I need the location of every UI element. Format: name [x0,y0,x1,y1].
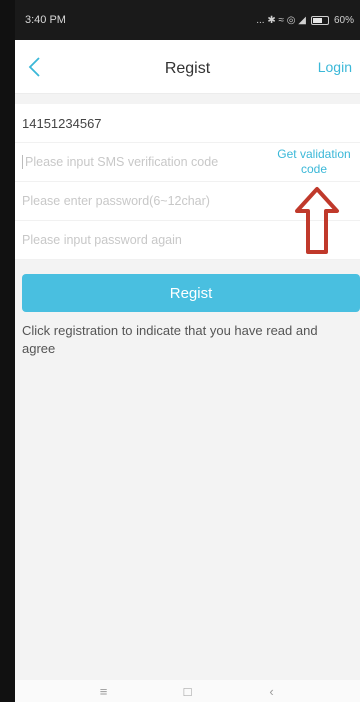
regist-button[interactable]: Regist [22,274,360,312]
battery-icon [310,15,329,25]
page-title: Regist [164,60,211,77]
status-bar: 3:40 PM ... ✱ ≈ ◎ ◢ 60% [15,0,360,40]
regist-screen: Regist Login 14151234567 Get validation … [15,40,360,680]
signal-wifi-icons: ... ✱ ≈ ◎ ◢ [256,14,306,26]
arrow-up-icon [295,187,339,254]
status-time: 3:40 PM [25,14,66,26]
agreement-text: Click registration to indicate that you … [22,323,318,356]
system-nav-bar: ≡ □ ‹ [15,680,360,702]
phone-number: 14151234567 [22,115,102,131]
battery-percent: 60% [333,14,354,26]
login-link[interactable]: Login [318,59,352,75]
menu-icon[interactable]: ≡ [96,684,112,699]
sms-code-input[interactable] [22,155,255,169]
phone-row: 14151234567 [15,104,360,143]
get-validation-code-button[interactable]: Get validation code [268,147,360,177]
status-icons: ... ✱ ≈ ◎ ◢ 60% [256,15,354,26]
regist-wrap: Regist [15,260,360,312]
chevron-left-icon[interactable] [21,54,47,80]
home-icon[interactable]: □ [180,684,196,699]
sms-row: Get validation code [15,143,360,182]
back-icon[interactable]: ‹ [264,684,280,699]
phone-device: 3:40 PM ... ✱ ≈ ◎ ◢ 60% Regist Login 141… [0,0,360,702]
nav-bar: Regist Login [15,40,360,94]
